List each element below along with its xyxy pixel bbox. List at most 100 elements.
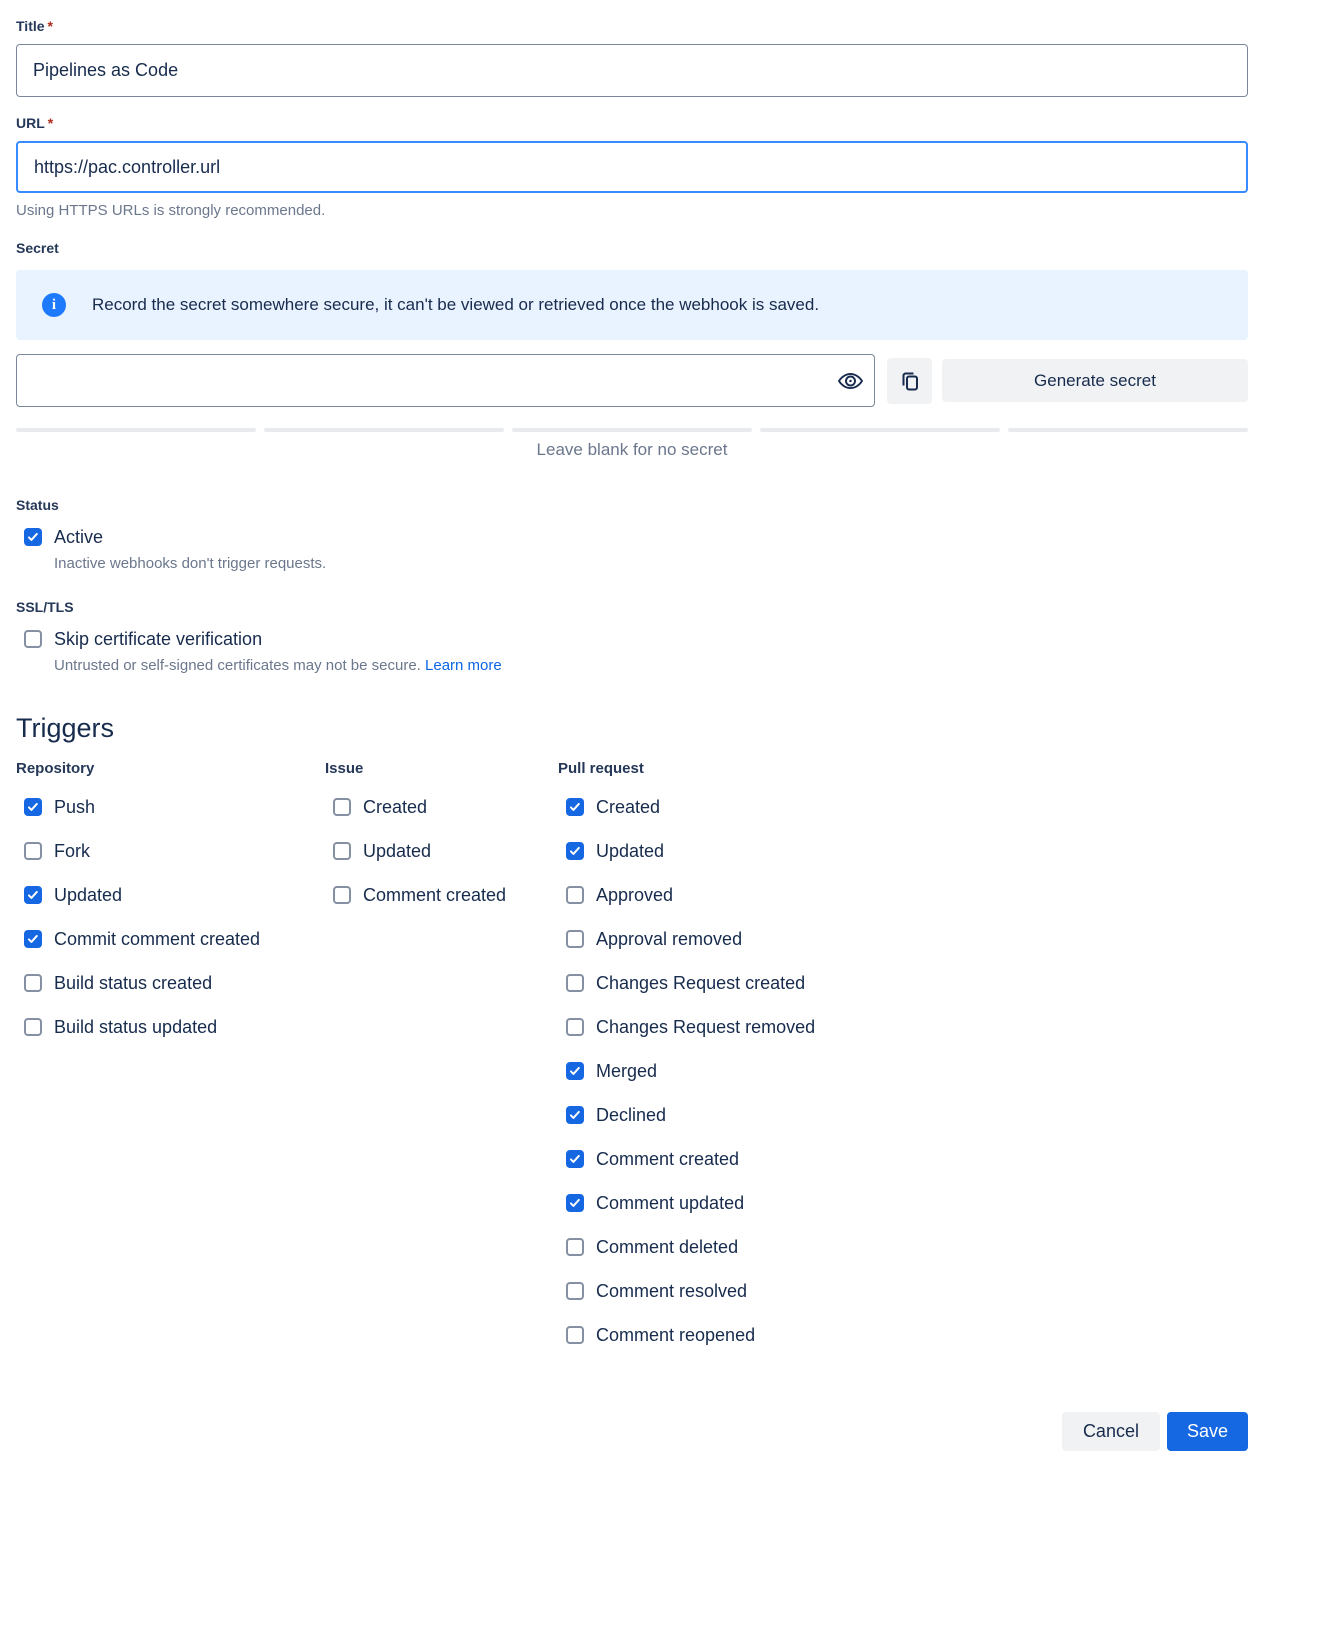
save-button[interactable]: Save [1167, 1412, 1248, 1451]
url-label-text: URL [16, 115, 45, 131]
url-input[interactable] [16, 141, 1248, 193]
active-checkbox-row[interactable]: Active [16, 526, 1248, 548]
checkbox-unchecked-icon[interactable] [24, 630, 42, 648]
learn-more-link[interactable]: Learn more [425, 657, 502, 674]
checkbox-checked-icon[interactable] [24, 798, 42, 816]
strength-segment [512, 428, 752, 432]
trigger-checkbox-pull-request-changes-request-removed[interactable]: Changes Request removed [558, 1017, 1248, 1037]
secret-helper-text: Leave blank for no secret [16, 440, 1248, 460]
trigger-checkbox-pull-request-comment-reopened[interactable]: Comment reopened [558, 1325, 1248, 1345]
trigger-checkbox-pull-request-merged[interactable]: Merged [558, 1061, 1248, 1081]
status-label: Status [16, 497, 1248, 514]
trigger-checkbox-label: Updated [363, 840, 431, 862]
trigger-checkbox-pull-request-changes-request-created[interactable]: Changes Request created [558, 973, 1248, 993]
trigger-checkbox-repository-push[interactable]: Push [16, 797, 325, 817]
trigger-checkbox-repository-commit-comment-created[interactable]: Commit comment created [16, 929, 325, 949]
trigger-column-issue: Issue Created Updated Comment created [325, 760, 558, 929]
trigger-checkbox-label: Build status updated [54, 1016, 217, 1038]
trigger-column-repository: Repository Push Fork Updated Commit comment … [16, 760, 325, 1061]
skip-cert-checkbox-row[interactable]: Skip certificate verification [16, 628, 1248, 650]
checkbox-unchecked-icon[interactable] [24, 974, 42, 992]
trigger-checkbox-label: Comment created [363, 884, 506, 906]
cancel-button[interactable]: Cancel [1062, 1412, 1160, 1451]
checkbox-checked-icon[interactable] [566, 842, 584, 860]
trigger-checkbox-pull-request-approved[interactable]: Approved [558, 885, 1248, 905]
checkbox-checked-icon[interactable] [566, 1150, 584, 1168]
url-helper-text: Using HTTPS URLs is strongly recommended… [16, 202, 1248, 219]
status-helper-text: Inactive webhooks don't trigger requests… [54, 555, 1248, 572]
generate-secret-button[interactable]: Generate secret [942, 359, 1248, 402]
trigger-checkbox-label: Updated [54, 884, 122, 906]
trigger-checkbox-label: Commit comment created [54, 928, 260, 950]
trigger-checkbox-label: Comment updated [596, 1192, 744, 1214]
trigger-checkbox-pull-request-comment-deleted[interactable]: Comment deleted [558, 1237, 1248, 1257]
skip-cert-checkbox-label: Skip certificate verification [54, 628, 262, 650]
trigger-checkbox-label: Comment deleted [596, 1236, 738, 1258]
checkbox-unchecked-icon[interactable] [333, 886, 351, 904]
trigger-checkbox-pull-request-comment-resolved[interactable]: Comment resolved [558, 1281, 1248, 1301]
copy-secret-button[interactable] [887, 358, 932, 404]
trigger-checkbox-label: Push [54, 796, 95, 818]
trigger-checkbox-label: Approval removed [596, 928, 742, 950]
trigger-column-header: Issue [325, 760, 558, 777]
ssl-helper-text: Untrusted or self-signed certificates ma… [54, 657, 1248, 674]
trigger-checkbox-repository-fork[interactable]: Fork [16, 841, 325, 861]
checkbox-checked-icon[interactable] [24, 528, 42, 546]
webhook-form: Title * URL* Using HTTPS URLs is strongly… [16, 0, 1248, 1633]
trigger-checkbox-pull-request-created[interactable]: Created [558, 797, 1248, 817]
trigger-checkbox-label: Build status created [54, 972, 212, 994]
trigger-checkbox-pull-request-comment-created[interactable]: Comment created [558, 1149, 1248, 1169]
url-label: URL* [16, 115, 1248, 132]
trigger-checkbox-pull-request-updated[interactable]: Updated [558, 841, 1248, 861]
title-input[interactable] [16, 44, 1248, 97]
checkbox-unchecked-icon[interactable] [566, 1326, 584, 1344]
required-asterisk: * [48, 115, 53, 131]
checkbox-checked-icon[interactable] [566, 1062, 584, 1080]
triggers-heading: Triggers [16, 713, 1248, 744]
trigger-checkbox-label: Approved [596, 884, 673, 906]
trigger-checkbox-label: Comment created [596, 1148, 739, 1170]
checkbox-checked-icon[interactable] [566, 1106, 584, 1124]
trigger-checkbox-issue-comment-created[interactable]: Comment created [325, 885, 558, 905]
trigger-checkbox-issue-created[interactable]: Created [325, 797, 558, 817]
checkbox-unchecked-icon[interactable] [333, 842, 351, 860]
ssl-helper-sentence: Untrusted or self-signed certificates ma… [54, 657, 421, 674]
trigger-checkbox-label: Merged [596, 1060, 657, 1082]
trigger-checkbox-label: Created [596, 796, 660, 818]
secret-info-text: Record the secret somewhere secure, it c… [92, 295, 819, 315]
secret-input[interactable] [16, 354, 875, 407]
checkbox-checked-icon[interactable] [566, 1194, 584, 1212]
strength-segment [16, 428, 256, 432]
trigger-checkbox-repository-updated[interactable]: Updated [16, 885, 325, 905]
trigger-checkbox-pull-request-approval-removed[interactable]: Approval removed [558, 929, 1248, 949]
checkbox-checked-icon[interactable] [24, 886, 42, 904]
trigger-column-header: Repository [16, 760, 325, 777]
checkbox-unchecked-icon[interactable] [566, 930, 584, 948]
checkbox-unchecked-icon[interactable] [566, 886, 584, 904]
checkbox-checked-icon[interactable] [566, 798, 584, 816]
eye-icon[interactable] [837, 367, 864, 394]
trigger-checkbox-label: Changes Request removed [596, 1016, 815, 1038]
checkbox-unchecked-icon[interactable] [333, 798, 351, 816]
trigger-checkbox-label: Declined [596, 1104, 666, 1126]
trigger-checkbox-repository-build-status-updated[interactable]: Build status updated [16, 1017, 325, 1037]
trigger-checkbox-label: Updated [596, 840, 664, 862]
trigger-checkbox-label: Comment resolved [596, 1280, 747, 1302]
checkbox-unchecked-icon[interactable] [24, 842, 42, 860]
checkbox-unchecked-icon[interactable] [566, 1282, 584, 1300]
checkbox-unchecked-icon[interactable] [566, 974, 584, 992]
trigger-column-pull-request: Pull request Created Updated Approved Approv… [558, 760, 1248, 1369]
trigger-checkbox-repository-build-status-created[interactable]: Build status created [16, 973, 325, 993]
secret-input-wrap [16, 354, 875, 407]
trigger-checkbox-pull-request-declined[interactable]: Declined [558, 1105, 1248, 1125]
checkbox-checked-icon[interactable] [24, 930, 42, 948]
checkbox-unchecked-icon[interactable] [24, 1018, 42, 1036]
trigger-column-header: Pull request [558, 760, 1248, 777]
title-label-text: Title [16, 18, 45, 34]
info-icon: i [42, 293, 66, 317]
copy-icon [898, 369, 922, 393]
checkbox-unchecked-icon[interactable] [566, 1238, 584, 1256]
trigger-checkbox-pull-request-comment-updated[interactable]: Comment updated [558, 1193, 1248, 1213]
checkbox-unchecked-icon[interactable] [566, 1018, 584, 1036]
trigger-checkbox-issue-updated[interactable]: Updated [325, 841, 558, 861]
